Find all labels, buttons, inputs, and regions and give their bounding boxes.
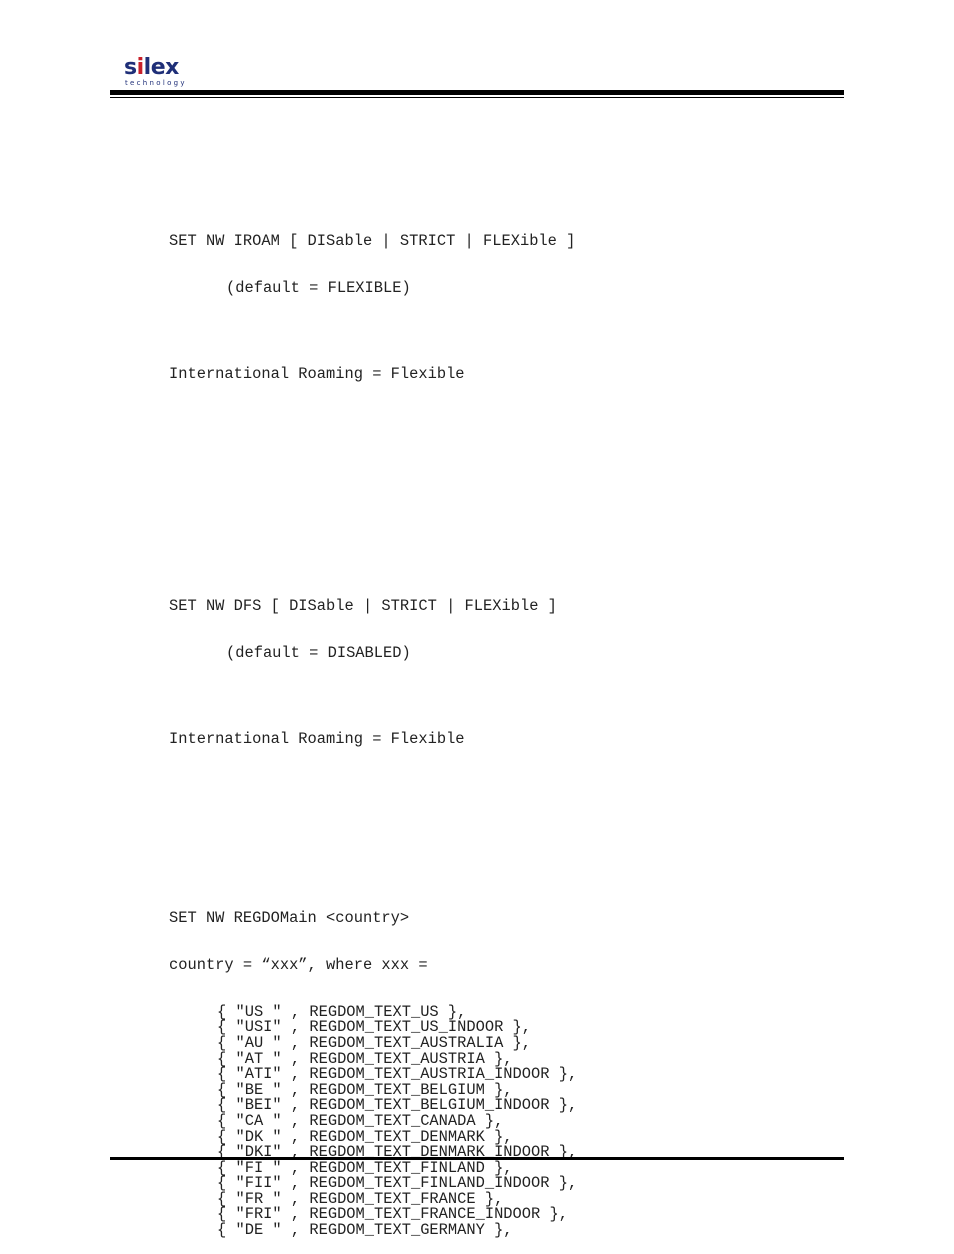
footer-rule <box>110 1157 844 1160</box>
iroam-command: SET NW IROAM [ DISable | STRICT | FLEXib… <box>169 232 576 251</box>
regdomain-entry: { "DE " , REGDOM_TEXT_GERMANY }, <box>217 1221 513 1240</box>
iroam-default: (default = FLEXIBLE) <box>226 278 411 297</box>
header-rule-thick <box>110 90 844 95</box>
regdomain-command-block: SET NW REGDOMain <country> country = “xx… <box>169 880 577 1254</box>
dfs-command: SET NW DFS [ DISable | STRICT | FLEXible… <box>169 597 557 616</box>
regdomain-entry-list: { "US " , REGDOM_TEXT_US },{ "USI" , REG… <box>169 1004 577 1240</box>
dfs-example-output: International Roaming = Flexible <box>169 730 465 748</box>
logo-wordmark: silex <box>124 55 179 80</box>
regdomain-country-line: country = “xxx”, where xxx = <box>169 955 428 974</box>
header-rule-thin <box>110 97 844 98</box>
regdomain-command: SET NW REGDOMain <country> <box>169 909 410 928</box>
dfs-default: (default = DISABLED) <box>226 643 411 662</box>
logo-tagline: technology <box>125 79 187 87</box>
silex-logo: silex technology <box>124 55 194 91</box>
iroam-command-block: SET NW IROAM [ DISable | STRICT | FLEXib… <box>169 203 575 312</box>
iroam-example-output: International Roaming = Flexible <box>169 365 465 383</box>
dfs-command-block: SET NW DFS [ DISable | STRICT | FLEXible… <box>169 568 557 677</box>
